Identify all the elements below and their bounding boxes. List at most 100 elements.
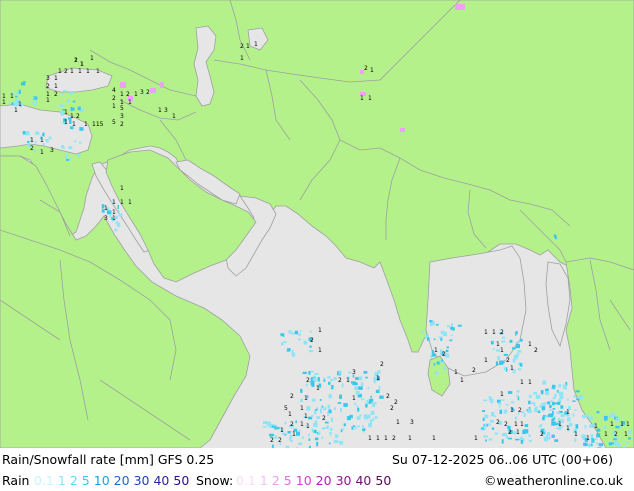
rain-legend-value: 1 <box>58 473 66 488</box>
rain-speckle <box>608 416 610 418</box>
rain-speckle <box>529 395 532 398</box>
rain-speckle <box>289 330 292 334</box>
rain-speckle <box>556 412 560 414</box>
precip-value-label: 1 <box>120 91 124 98</box>
rain-speckle <box>330 428 333 431</box>
precip-value-label: 1 <box>624 431 628 438</box>
rain-speckle <box>501 341 505 343</box>
precip-value-label: 2 <box>290 393 294 400</box>
precip-value-label: 1 <box>120 185 124 192</box>
precip-value-label: 1 <box>54 83 58 90</box>
rain-speckle <box>552 435 555 438</box>
rain-speckle <box>321 437 323 439</box>
precip-value-label: 2 <box>390 405 394 412</box>
rain-speckle <box>298 430 301 432</box>
rain-speckle <box>484 428 486 430</box>
rain-speckle <box>508 438 512 440</box>
rain-speckle <box>358 377 362 381</box>
rain-speckle <box>34 104 37 106</box>
precip-value-label: 1 <box>70 68 74 75</box>
rain-speckle <box>542 381 546 385</box>
precip-value-label: 2 <box>120 121 124 128</box>
rain-speckle <box>542 406 546 410</box>
rain-speckle <box>312 428 314 432</box>
precip-value-label: 2 <box>54 91 58 98</box>
precip-value-label: 2 <box>338 377 342 384</box>
precip-value-label: 3 <box>410 419 414 426</box>
rain-speckle <box>421 331 424 333</box>
precip-value-label: 1 <box>454 369 458 376</box>
rain-speckle <box>320 399 322 401</box>
rain-speckle <box>485 423 487 427</box>
rain-speckle <box>342 428 344 430</box>
rain-speckle <box>35 132 39 135</box>
rain-speckle <box>335 434 338 438</box>
precip-value-label: 1 <box>474 435 478 442</box>
rain-speckle <box>354 426 356 430</box>
rain-speckle <box>330 379 333 381</box>
precip-value-label: 1 <box>620 421 624 428</box>
rain-speckle <box>609 442 612 445</box>
precip-value-label: 1 <box>84 121 88 128</box>
precip-value-label: 1 <box>300 421 304 428</box>
rain-speckle <box>552 402 555 406</box>
rain-speckle <box>68 146 72 149</box>
rain-speckle <box>554 234 557 237</box>
rain-speckle <box>528 434 530 437</box>
credit-link[interactable]: ©weatheronline.co.uk <box>484 473 623 488</box>
precip-value-label: 1 <box>510 365 514 372</box>
rain-speckle <box>548 414 552 417</box>
rain-speckle <box>292 350 294 354</box>
rain-speckle <box>516 395 518 397</box>
rain-speckle <box>493 348 495 350</box>
rain-speckle <box>290 440 293 443</box>
rain-speckle <box>535 406 538 410</box>
rain-speckle <box>311 381 315 385</box>
rain-speckle <box>118 205 120 209</box>
rain-speckle <box>628 437 631 439</box>
rain-speckle <box>35 100 37 104</box>
rain-speckle <box>119 214 123 217</box>
rain-speckle <box>287 348 290 351</box>
precip-value-label: 1 <box>520 379 524 386</box>
rain-speckle <box>556 391 558 393</box>
rain-speckle <box>353 383 357 386</box>
rain-speckle <box>506 436 508 439</box>
precip-value-label: 1 <box>492 329 496 336</box>
precip-value-label: 5 <box>120 105 124 112</box>
rain-speckle <box>585 425 587 429</box>
rain-speckle <box>65 156 67 159</box>
rain-speckle <box>357 426 360 428</box>
rain-legend-value: 10 <box>94 473 110 488</box>
rain-speckle <box>300 389 302 393</box>
rain-speckle <box>523 439 525 441</box>
rain-speckle <box>355 377 359 380</box>
rain-speckle <box>499 361 503 365</box>
rain-speckle <box>444 368 446 370</box>
precip-value-label: 1 <box>434 347 438 354</box>
rain-speckle <box>364 414 366 417</box>
rain-speckle <box>533 392 537 395</box>
rain-speckle <box>492 428 494 430</box>
rain-speckle <box>78 153 81 157</box>
rain-speckle <box>339 395 342 399</box>
rain-speckle <box>551 400 553 402</box>
precip-value-label: 1 <box>292 431 296 438</box>
rain-speckle <box>362 425 364 429</box>
rain-speckle <box>429 320 432 322</box>
rain-speckle <box>365 404 367 408</box>
rain-speckle <box>518 350 522 352</box>
rain-speckle <box>328 410 331 414</box>
rain-speckle <box>359 415 361 417</box>
rain-speckle <box>334 377 337 380</box>
rain-speckle <box>315 373 319 375</box>
rain-speckle <box>327 425 329 429</box>
rain-speckle <box>309 346 311 348</box>
rain-speckle <box>510 340 513 343</box>
rain-speckle <box>515 439 519 441</box>
precip-value-label: 1 <box>46 97 50 104</box>
rain-speckle <box>365 414 369 418</box>
rain-speckle <box>504 367 506 370</box>
rain-legend-value: 0.1 <box>34 473 54 488</box>
rain-speckle <box>512 347 516 349</box>
